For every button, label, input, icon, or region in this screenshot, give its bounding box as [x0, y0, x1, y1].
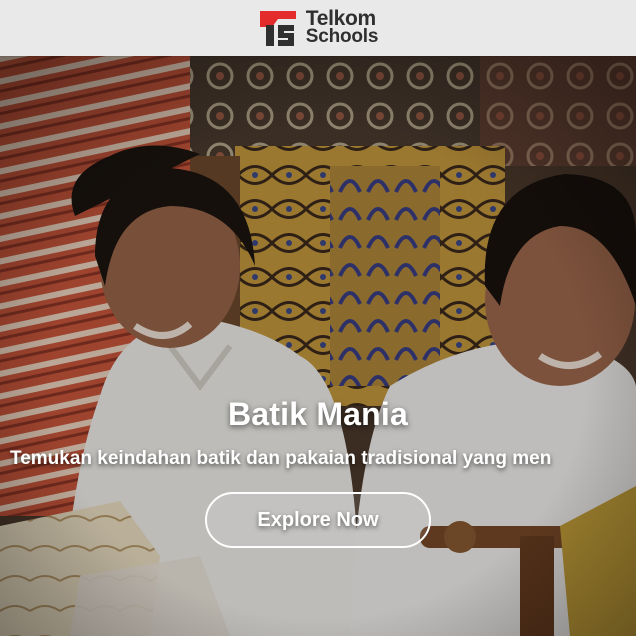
explore-now-button[interactable]: Explore Now: [205, 492, 431, 548]
page: Telkom Schools Batik Mania Temukan keind…: [0, 0, 636, 636]
hero-subtitle: Temukan keindahan batik dan pakaian trad…: [10, 448, 552, 469]
hero-banner: Batik Mania Temukan keindahan batik dan …: [0, 56, 636, 636]
logo-wordmark: Telkom Schools: [305, 8, 379, 47]
hero-title: Batik Mania: [227, 396, 409, 432]
hero-background-image: [0, 56, 636, 636]
top-header: Telkom Schools: [0, 0, 636, 56]
telkom-schools-logo-icon: [259, 11, 296, 46]
telkom-schools-logo[interactable]: Telkom Schools: [258, 8, 379, 48]
logo-line-2: Schools: [305, 26, 379, 47]
